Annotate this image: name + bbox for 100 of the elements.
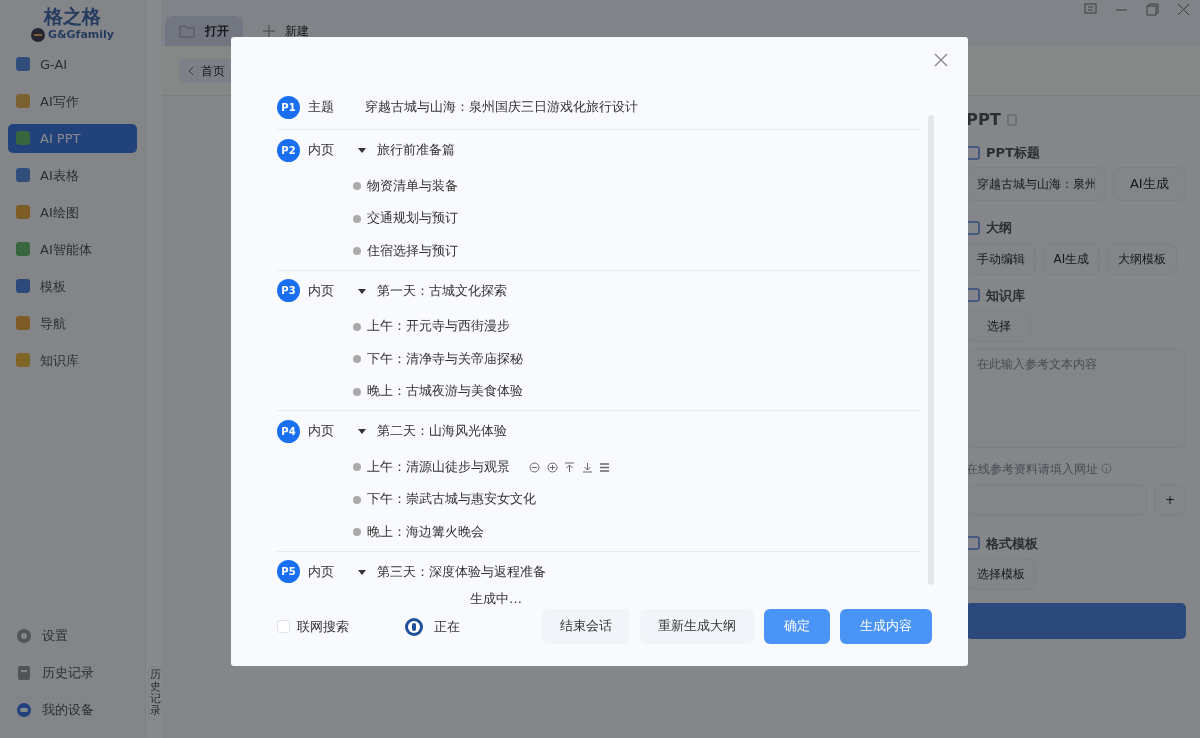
outline-item[interactable]: 晚上：古城夜游与美食体验 xyxy=(367,382,523,402)
toggle-button[interactable] xyxy=(358,286,366,295)
logo-subtitle: G&Gfamily xyxy=(47,26,114,43)
move-down-icon[interactable] xyxy=(581,461,593,473)
feedback-icon xyxy=(1084,3,1097,16)
title-field[interactable]: 穿越古城与山海：泉州 xyxy=(966,167,1106,201)
presentation-title[interactable]: 穿越古城与山海：泉州国庆三日游戏化旅行设计 xyxy=(364,97,638,117)
outline-item[interactable]: 下午：崇武古城与惠安女文化 xyxy=(367,490,536,510)
dialog-button[interactable]: 生成内容 xyxy=(840,609,932,644)
bullet-icon xyxy=(353,495,361,504)
bullet-icon xyxy=(353,214,361,223)
section-label: 知识库 xyxy=(986,287,1025,304)
outline-item[interactable]: 下午：清净寺与关帝庙探秘 xyxy=(367,349,523,369)
page-type: 内页 xyxy=(308,281,335,300)
sidebar-item[interactable]: 模板 xyxy=(8,271,137,301)
settings-icon xyxy=(16,627,32,644)
outline-item[interactable]: 晚上：海边篝火晚会 xyxy=(367,522,484,542)
sidebar-item[interactable]: 知识库 xyxy=(8,345,137,375)
page-type: 内页 xyxy=(308,422,335,441)
page-badge: P3 xyxy=(277,279,300,302)
sidebar-item[interactable]: AI智能体 xyxy=(8,234,137,264)
bullet-icon xyxy=(353,387,361,396)
restore-icon xyxy=(1146,3,1159,16)
device-icon xyxy=(16,701,32,718)
outline-button[interactable]: 手动编辑 xyxy=(966,242,1036,275)
sidebar-item[interactable]: AI表格 xyxy=(8,160,137,190)
sidebar-item[interactable]: 设置 xyxy=(8,621,137,650)
page-badge: P1 xyxy=(277,95,300,119)
outline-item[interactable]: 物资清单与装备 xyxy=(367,176,458,196)
outline-item[interactable]: 住宿选择与预订 xyxy=(367,241,458,261)
web-search-checkbox[interactable] xyxy=(277,620,290,633)
history-tab[interactable]: 历史记录 xyxy=(148,665,159,720)
menu-icon xyxy=(16,242,30,257)
section-label: 格式模板 xyxy=(986,535,1038,552)
url-field[interactable] xyxy=(966,484,1148,517)
add-button[interactable]: + xyxy=(1153,484,1186,517)
toggle-button[interactable] xyxy=(358,427,366,435)
dialog-button[interactable]: 重新生成大纲 xyxy=(640,609,754,644)
menu-icon xyxy=(16,168,30,183)
section-title[interactable]: 旅行前准备篇 xyxy=(377,140,456,160)
bookmark-icon xyxy=(1007,114,1018,127)
sidebar-item[interactable]: AI写作 xyxy=(8,86,137,116)
sidebar-item[interactable]: AI绘图 xyxy=(8,197,137,227)
toggle-button[interactable] xyxy=(358,146,366,154)
bullet-icon xyxy=(353,322,361,331)
bullet-icon xyxy=(353,528,361,537)
page-badge: P2 xyxy=(277,138,300,162)
select-template-button[interactable]: 选择模板 xyxy=(966,557,1036,590)
outline-button[interactable]: AI生成 xyxy=(1042,242,1101,275)
sidebar-item[interactable]: 导航 xyxy=(8,308,137,338)
checkbox-label[interactable]: 联网搜索 xyxy=(296,616,349,637)
bullet-icon xyxy=(353,182,361,191)
select-button[interactable]: 选择 xyxy=(966,309,1031,342)
toggle-button[interactable] xyxy=(358,567,366,576)
mascot-icon xyxy=(30,28,45,43)
menu-icon xyxy=(16,57,30,72)
ai-generate-button[interactable]: AI生成 xyxy=(1112,167,1186,201)
caret-down-icon xyxy=(358,567,366,576)
menu-icon xyxy=(16,353,30,368)
close-icon xyxy=(1177,3,1190,16)
history-icon xyxy=(16,664,32,681)
list-icon[interactable] xyxy=(599,461,610,473)
remove-icon[interactable] xyxy=(529,461,540,473)
outline-item[interactable]: 交通规划与预订 xyxy=(367,209,458,229)
section-title[interactable]: 第一天：古城文化探索 xyxy=(377,280,508,301)
folder-icon xyxy=(179,24,195,38)
sidebar-item[interactable]: G-AI xyxy=(8,49,137,79)
outline-item[interactable]: 上午：清源山徒步与观景 xyxy=(367,457,510,477)
caret-down-icon xyxy=(358,427,366,435)
tab[interactable]: 打开 xyxy=(165,16,243,46)
menu-icon xyxy=(16,279,30,294)
section-label: PPT标题 xyxy=(986,145,1040,161)
status-text: 正在 xyxy=(434,617,460,636)
move-up-icon[interactable] xyxy=(564,461,575,473)
outline-button[interactable]: 大纲模板 xyxy=(1106,242,1177,275)
section-title[interactable]: 第三天：深度体验与返程准备 xyxy=(377,561,547,582)
sidebar-item[interactable]: AI PPT xyxy=(8,123,137,153)
sidebar-item[interactable]: 我的设备 xyxy=(8,695,137,724)
menu-icon xyxy=(16,131,30,146)
page-badge: P5 xyxy=(277,560,300,583)
section-title[interactable]: 第二天：山海风光体验 xyxy=(377,421,508,441)
sidebar-item[interactable]: 历史记录 xyxy=(8,658,137,687)
plus-icon xyxy=(263,25,275,37)
outline-item[interactable]: 上午：开元寺与西街漫步 xyxy=(367,317,510,337)
page-type: 内页 xyxy=(308,141,335,160)
url-label: 在线参考资料请填入网址 xyxy=(966,460,1098,478)
robot-icon xyxy=(404,616,424,637)
menu-icon xyxy=(16,316,30,331)
logo-title: 格之格 xyxy=(42,6,102,27)
back-button[interactable]: 首页 xyxy=(179,58,233,83)
dialog-button[interactable]: 确定 xyxy=(764,609,830,644)
tab[interactable]: 新建 xyxy=(249,16,323,46)
dialog-button[interactable]: 结束会话 xyxy=(542,609,630,644)
status-text: 生成中… xyxy=(470,590,522,608)
page-type: 内页 xyxy=(308,562,335,581)
generate-button[interactable] xyxy=(966,602,1186,639)
bullet-icon xyxy=(353,247,361,256)
menu-icon xyxy=(16,205,30,220)
page-type: 主题 xyxy=(308,98,335,117)
add-icon[interactable] xyxy=(546,461,558,473)
